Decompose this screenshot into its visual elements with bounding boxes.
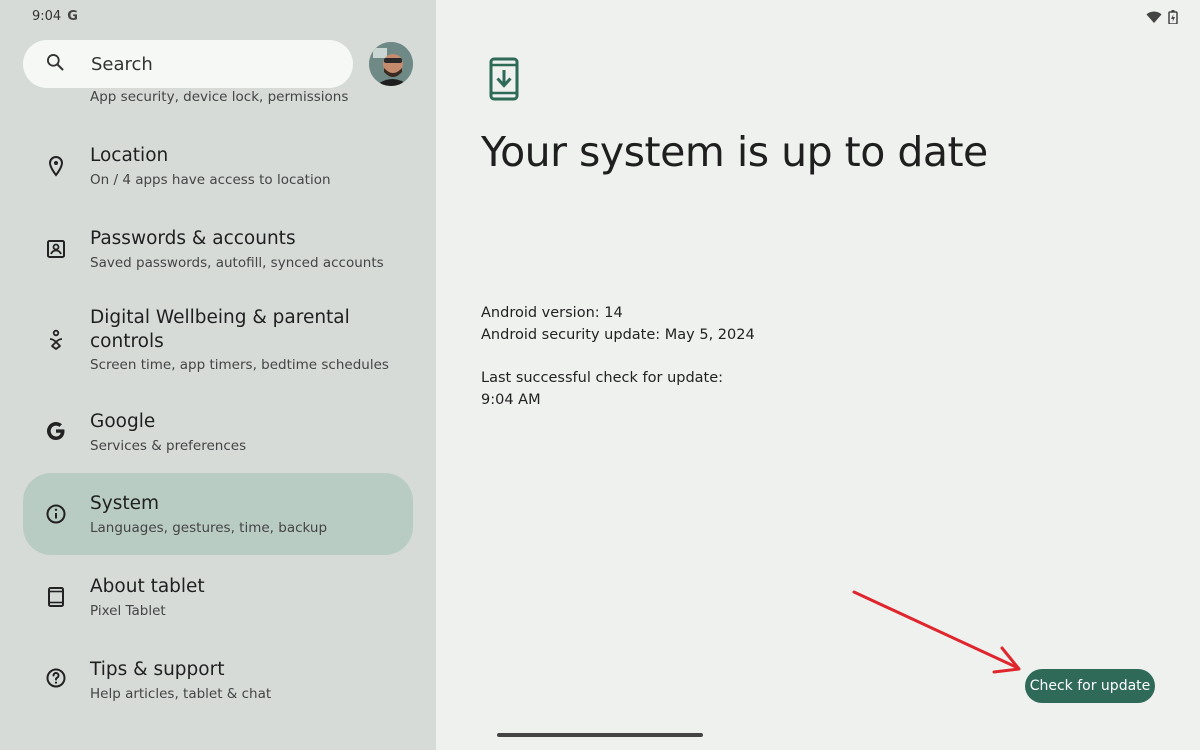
search-icon — [45, 52, 65, 76]
sidebar-item-subtitle: Languages, gestures, time, backup — [90, 520, 328, 536]
last-check-label: Last successful check for update: — [481, 370, 724, 386]
account-box-icon — [44, 237, 68, 261]
tablet-icon — [44, 585, 68, 609]
settings-sidebar: 9:04 G Search App security, device lock,… — [0, 0, 436, 750]
page-title: Your system is up to date — [481, 128, 988, 176]
wifi-icon — [1146, 9, 1162, 28]
google-icon — [44, 419, 68, 443]
android-version: Android version: 14 — [481, 305, 623, 321]
system-update-panel: Your system is up to date Android versio… — [436, 0, 1200, 750]
security-update: Android security update: May 5, 2024 — [481, 327, 755, 343]
sidebar-item-title: Tips & support — [90, 659, 225, 680]
check-for-update-button[interactable]: Check for update — [1025, 669, 1155, 703]
security-subtitle: App security, device lock, permissions — [90, 89, 349, 105]
google-notification-icon: G — [67, 9, 78, 24]
gesture-nav-handle[interactable] — [497, 733, 703, 737]
sidebar-item-system[interactable]: System Languages, gestures, time, backup — [23, 473, 413, 555]
sidebar-item-title: Location — [90, 145, 169, 166]
last-check-time: 9:04 AM — [481, 392, 541, 408]
sidebar-item-subtitle: Services & preferences — [90, 438, 247, 454]
sidebar-item-subtitle: Pixel Tablet — [90, 603, 166, 619]
sidebar-item-digital-wellbeing[interactable]: Digital Wellbeing & parental controls Sc… — [23, 297, 413, 383]
sidebar-item-location[interactable]: Location On / 4 apps have access to loca… — [23, 132, 413, 202]
info-icon — [44, 502, 68, 526]
location-pin-icon — [44, 154, 68, 178]
sidebar-item-title: Digital Wellbeing & parental controls — [90, 307, 350, 352]
system-update-icon — [489, 57, 519, 105]
search-label: Search — [91, 53, 153, 75]
sidebar-item-title: Passwords & accounts — [90, 228, 296, 249]
sidebar-item-subtitle: On / 4 apps have access to location — [90, 172, 331, 188]
sidebar-item-title: About tablet — [90, 576, 205, 597]
clock: 9:04 — [32, 9, 62, 24]
help-icon — [44, 666, 68, 690]
battery-charging-icon — [1168, 9, 1178, 28]
sidebar-item-google[interactable]: Google Services & preferences — [23, 398, 413, 468]
sidebar-item-about-tablet[interactable]: About tablet Pixel Tablet — [23, 563, 413, 633]
annotation-arrow — [852, 590, 1021, 674]
sidebar-item-subtitle: Help articles, tablet & chat — [90, 686, 272, 702]
sidebar-item-title: System — [90, 493, 159, 514]
sidebar-item-subtitle: Saved passwords, autofill, synced accoun… — [90, 255, 384, 271]
sidebar-item-title: Google — [90, 411, 156, 432]
search-bar[interactable]: Search — [23, 40, 353, 88]
wellbeing-icon — [44, 328, 68, 352]
sidebar-item-passwords-accounts[interactable]: Passwords & accounts Saved passwords, au… — [23, 215, 413, 285]
status-time: 9:04 G — [32, 9, 78, 24]
status-icons — [1146, 9, 1178, 28]
sidebar-item-tips-support[interactable]: Tips & support Help articles, tablet & c… — [23, 646, 413, 716]
sidebar-item-subtitle: Screen time, app timers, bedtime schedul… — [90, 357, 389, 373]
avatar[interactable] — [369, 42, 413, 86]
